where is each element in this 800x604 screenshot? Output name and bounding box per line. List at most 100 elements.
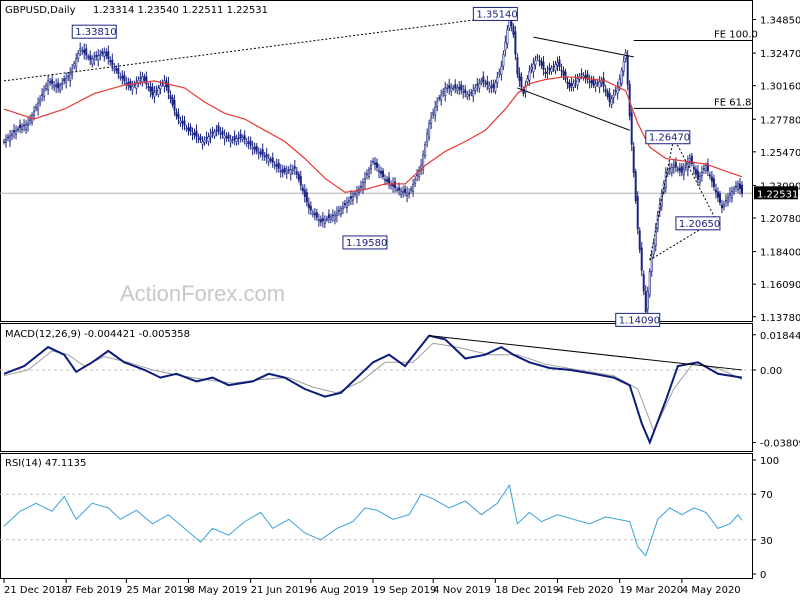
candle-body <box>245 141 248 144</box>
watermark: ActionForex.com <box>120 281 285 306</box>
candle-body <box>251 147 254 150</box>
candle-body <box>121 75 124 79</box>
candle-body <box>434 107 437 116</box>
candle-body <box>486 81 489 85</box>
candle-body <box>75 58 78 68</box>
candle-body <box>716 191 719 198</box>
candle-body <box>39 98 42 103</box>
candle-body <box>247 141 250 144</box>
candle-body <box>596 82 599 84</box>
candle-body <box>45 85 48 89</box>
candle-body <box>594 83 597 88</box>
candle-body <box>123 74 126 82</box>
candle-body <box>692 166 695 170</box>
candle-body <box>83 49 86 54</box>
candle-body <box>606 91 609 98</box>
candle-body <box>5 139 8 143</box>
candle-body <box>243 135 246 140</box>
price-annotation-label: 1.14090 <box>619 315 660 326</box>
candle-body <box>11 133 14 137</box>
candle-body <box>506 29 509 45</box>
candle-body <box>37 102 40 111</box>
candle-body <box>636 196 639 230</box>
candle-body <box>602 78 605 87</box>
candle-body <box>227 134 230 140</box>
candle-body <box>209 134 212 138</box>
candle-body <box>215 129 218 132</box>
candle-body <box>712 178 715 187</box>
candle-body <box>289 169 292 175</box>
price-y-tick-label: 1.16090 <box>760 280 800 291</box>
candle-body <box>293 166 296 169</box>
candle-body <box>704 165 707 172</box>
candle-body <box>554 64 557 71</box>
rsi-y-tick-label: 0 <box>760 570 766 581</box>
candle-body <box>474 87 477 91</box>
candle-body <box>446 87 449 90</box>
candle-body <box>95 54 98 58</box>
candle-body <box>384 179 387 181</box>
candle-body <box>177 114 180 119</box>
chart-root: 1.348501.324701.301601.277801.254701.230… <box>0 0 800 600</box>
candle-body <box>207 136 210 143</box>
candle-body <box>183 120 186 126</box>
candle-body <box>79 48 82 51</box>
candle-body <box>652 242 655 255</box>
candle-body <box>656 214 659 229</box>
candle-body <box>618 78 621 87</box>
candle-body <box>498 71 501 75</box>
candle-body <box>93 57 96 60</box>
candle-body <box>277 162 280 169</box>
candle-body <box>269 159 272 161</box>
candle-body <box>221 131 224 135</box>
candle-body <box>309 205 312 211</box>
candle-body <box>462 91 465 93</box>
candle-body <box>2 141 6 143</box>
candle-body <box>63 78 66 82</box>
candle-body <box>678 167 681 172</box>
candle-body <box>29 118 32 121</box>
candle-body <box>406 192 409 197</box>
candle-body <box>325 218 328 221</box>
candle-body <box>141 76 144 83</box>
candle-body <box>195 130 198 138</box>
candle-body <box>249 140 252 146</box>
price-y-tick-label: 1.34850 <box>760 16 800 27</box>
candle-body <box>576 78 579 86</box>
candle-body <box>283 168 286 173</box>
candle-body <box>514 31 517 55</box>
candle-body <box>732 188 735 193</box>
price-annotation-label: 1.35140 <box>476 9 517 20</box>
candle-body <box>696 170 699 180</box>
candle-body <box>345 202 348 208</box>
candle-body <box>452 87 455 90</box>
candle-body <box>464 89 467 93</box>
candle-body <box>171 97 174 105</box>
candle-body <box>604 89 607 92</box>
candle-body <box>488 85 491 89</box>
candle-body <box>536 56 539 59</box>
candle-body <box>307 203 310 209</box>
candle-body <box>676 168 679 171</box>
candle-body <box>189 126 192 133</box>
candle-body <box>416 174 419 177</box>
candle-body <box>504 41 507 51</box>
candle-body <box>456 87 459 91</box>
candle-body <box>426 133 429 143</box>
price-annotation-label: 1.19580 <box>346 238 387 249</box>
candle-body <box>410 188 413 191</box>
candle-body <box>724 199 727 202</box>
candle-body <box>257 152 260 155</box>
candle-body <box>281 169 284 173</box>
candle-body <box>482 76 485 83</box>
candle-body <box>458 86 461 90</box>
candle-body <box>59 85 62 91</box>
candle-body <box>159 85 162 90</box>
candle-body <box>157 87 160 95</box>
macd-title: MACD(12,26,9) -0.004421 -0.005358 <box>5 329 190 340</box>
candle-body <box>169 94 172 99</box>
candle-body <box>468 94 471 96</box>
candle-body <box>708 174 711 177</box>
candle-body <box>355 191 358 199</box>
candle-body <box>43 89 46 97</box>
